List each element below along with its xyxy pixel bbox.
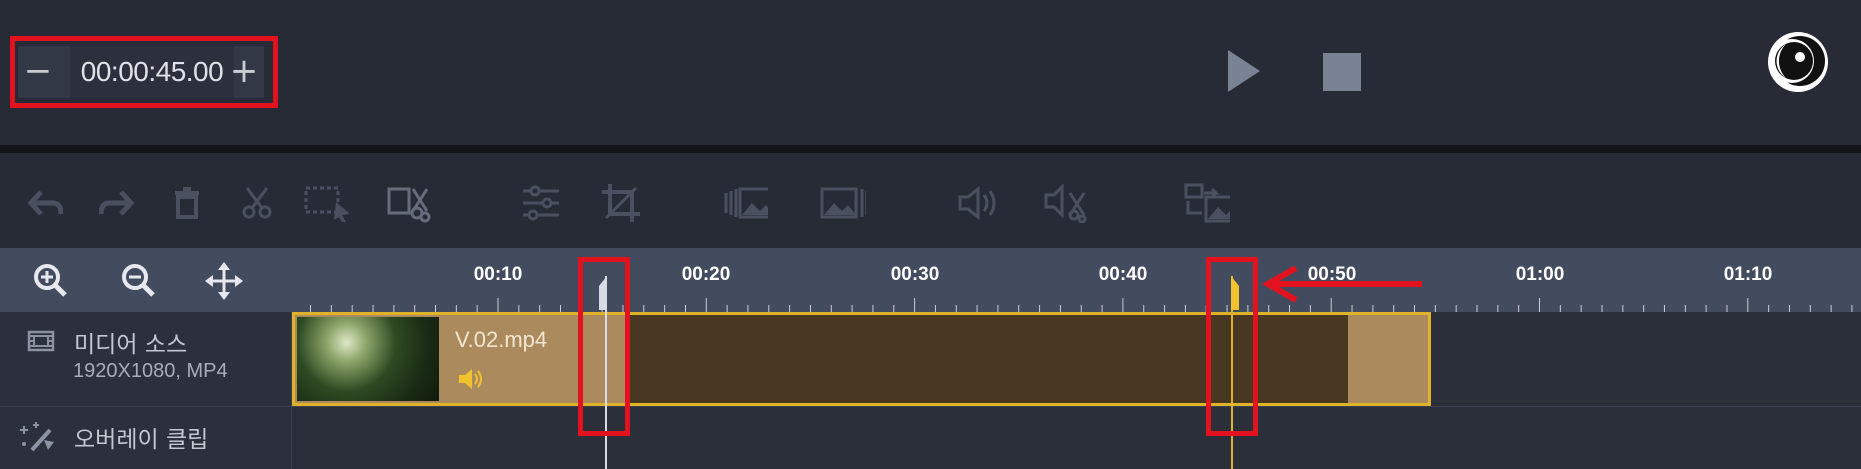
select-area-icon[interactable] <box>304 181 350 225</box>
volume-icon[interactable] <box>955 181 1001 225</box>
crop-icon[interactable] <box>598 181 644 225</box>
video-clip[interactable]: V.02.mp4 <box>292 312 1431 406</box>
timeline-ruler[interactable]: 00:10 00:20 00:30 00:40 00:50 01:00 01:1… <box>291 248 1861 312</box>
fit-timeline-icon[interactable] <box>205 262 243 300</box>
media-source-info: 1920X1080, MP4 <box>73 360 228 382</box>
theme-toggle-icon[interactable] <box>1766 30 1830 94</box>
adjust-icon[interactable] <box>518 181 564 225</box>
undo-icon[interactable] <box>22 181 68 225</box>
stop-icon[interactable] <box>1322 52 1362 92</box>
track-divider <box>292 406 1861 407</box>
playback-bar <box>0 0 1861 145</box>
panel-separator <box>0 145 1861 153</box>
zoom-in-icon[interactable] <box>32 262 68 298</box>
highlight-box-time <box>10 36 278 108</box>
cut-icon[interactable] <box>234 181 280 225</box>
highlight-box-playhead <box>1206 257 1258 436</box>
annotation-arrow <box>1262 266 1422 303</box>
highlight-box-in-marker <box>578 257 630 436</box>
redo-icon[interactable] <box>94 181 140 225</box>
clip-name: V.02.mp4 <box>455 327 548 352</box>
fade-in-image-icon[interactable] <box>722 181 768 225</box>
film-icon <box>27 330 55 352</box>
media-source-label: 미디어 소스 <box>74 332 188 358</box>
ruler-ticks <box>310 298 1853 312</box>
audio-split-icon[interactable] <box>1043 181 1089 225</box>
overlay-clip-label: 오버레이 클립 <box>74 427 209 453</box>
clip-thumbnail <box>297 317 439 401</box>
clip-audio-icon[interactable] <box>457 367 485 391</box>
zoom-out-icon[interactable] <box>120 262 156 298</box>
overlay-magic-icon <box>20 422 54 452</box>
delete-icon[interactable] <box>164 181 210 225</box>
split-clip-icon[interactable] <box>386 181 432 225</box>
fade-out-image-icon[interactable] <box>820 181 866 225</box>
replace-clip-icon[interactable] <box>1184 181 1230 225</box>
play-icon[interactable] <box>1226 48 1262 94</box>
